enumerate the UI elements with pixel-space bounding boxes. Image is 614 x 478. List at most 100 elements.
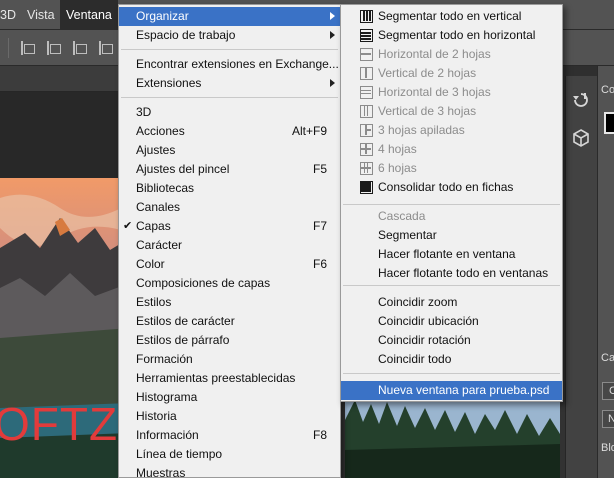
menu-item-label: Coincidir zoom bbox=[378, 295, 458, 309]
menu-item-ajustes[interactable]: Ajustes bbox=[119, 141, 340, 160]
three-up-horizontal-icon bbox=[360, 86, 373, 99]
panel-label-ca: Ca bbox=[601, 352, 614, 364]
menu-item-label: Coincidir todo bbox=[378, 352, 452, 366]
panel-label-blo: Blo bbox=[601, 442, 614, 454]
menu-item-color[interactable]: Color F6 bbox=[119, 255, 340, 274]
align-left-icon[interactable] bbox=[20, 41, 35, 55]
organizar-submenu: Segmentar todo en vertical Segmentar todo… bbox=[340, 4, 563, 402]
menu-3d[interactable]: 3D bbox=[0, 0, 22, 30]
history-icon[interactable] bbox=[571, 90, 591, 110]
menu-item-capas[interactable]: ✔ Capas F7 bbox=[119, 217, 340, 236]
menu-item-3d[interactable]: 3D bbox=[119, 103, 340, 122]
tile-horizontal-icon bbox=[360, 29, 373, 42]
checkmark-icon: ✔ bbox=[123, 220, 133, 232]
ventana-menu: Organizar Espacio de trabajo Encontrar e… bbox=[118, 4, 341, 478]
menu-separator bbox=[343, 373, 560, 374]
menu-item-label: 3 hojas apiladas bbox=[378, 123, 465, 137]
menu-item-espacio-trabajo[interactable]: Espacio de trabajo bbox=[119, 26, 340, 45]
menu-item-estilos-de-parrafo[interactable]: Estilos de párrafo bbox=[119, 331, 340, 350]
photoshop-window: 3D Vista Ventana OFTZ Co Ca C N Blo Orga… bbox=[0, 0, 614, 478]
submenu-item-consolidar-todo-en-fichas[interactable]: Consolidar todo en fichas bbox=[341, 178, 562, 197]
menu-item-linea-de-tiempo[interactable]: Línea de tiempo bbox=[119, 445, 340, 464]
panel-field-n[interactable]: N bbox=[602, 410, 614, 428]
menu-item-label: Horizontal de 2 hojas bbox=[378, 47, 491, 61]
submenu-item-3-hojas-apiladas[interactable]: 3 hojas apiladas bbox=[341, 121, 562, 140]
menu-item-label: Nueva ventana para prueba.psd bbox=[378, 383, 550, 397]
menu-item-label: Carácter bbox=[136, 238, 183, 252]
foreground-color-swatch[interactable] bbox=[604, 112, 614, 134]
submenu-item-coincidir-zoom[interactable]: Coincidir zoom bbox=[341, 293, 562, 312]
menu-item-canales[interactable]: Canales bbox=[119, 198, 340, 217]
submenu-item-nueva-ventana[interactable]: Nueva ventana para prueba.psd bbox=[341, 381, 562, 400]
canvas-area[interactable]: OFTZO bbox=[0, 92, 120, 478]
align-right-icon[interactable] bbox=[72, 41, 87, 55]
submenu-item-coincidir-rotacion[interactable]: Coincidir rotación bbox=[341, 331, 562, 350]
menu-item-muestras[interactable]: Muestras bbox=[119, 464, 340, 478]
menu-item-encontrar-exchange[interactable]: Encontrar extensiones en Exchange... bbox=[119, 55, 340, 74]
menu-item-extensiones[interactable]: Extensiones bbox=[119, 74, 340, 93]
two-up-horizontal-icon bbox=[360, 48, 373, 61]
menu-item-historia[interactable]: Historia bbox=[119, 407, 340, 426]
panel-label-c: C bbox=[609, 385, 614, 397]
two-up-vertical-icon bbox=[360, 67, 373, 80]
submenu-item-segmentar-todo-en-vertical[interactable]: Segmentar todo en vertical bbox=[341, 7, 562, 26]
menu-item-label: Formación bbox=[136, 352, 193, 366]
submenu-item-segmentar-todo-en-horizontal[interactable]: Segmentar todo en horizontal bbox=[341, 26, 562, 45]
menu-separator bbox=[343, 204, 560, 205]
menu-item-herramientas-preestablecidas[interactable]: Herramientas preestablecidas bbox=[119, 369, 340, 388]
menu-item-caracter[interactable]: Carácter bbox=[119, 236, 340, 255]
menu-item-label: Hacer flotante en ventana bbox=[378, 247, 516, 261]
panel-field-c[interactable]: C bbox=[602, 382, 614, 400]
menu-item-histograma[interactable]: Histograma bbox=[119, 388, 340, 407]
four-up-icon bbox=[360, 143, 373, 156]
menu-item-label: Espacio de trabajo bbox=[136, 28, 236, 42]
menu-item-shortcut: F8 bbox=[312, 428, 327, 442]
canvas-forest bbox=[345, 400, 560, 478]
submenu-item-4-hojas[interactable]: 4 hojas bbox=[341, 140, 562, 159]
menu-ventana[interactable]: Ventana bbox=[60, 0, 118, 30]
menu-item-formacion[interactable]: Formación bbox=[119, 350, 340, 369]
submenu-item-cascada[interactable]: Cascada bbox=[341, 207, 562, 226]
submenu-item-hacer-flotante-en-ventana[interactable]: Hacer flotante en ventana bbox=[341, 245, 562, 264]
submenu-item-horizontal-de-2-hojas[interactable]: Horizontal de 2 hojas bbox=[341, 45, 562, 64]
menu-item-label: 3D bbox=[136, 105, 152, 119]
menu-item-label: Acciones bbox=[136, 124, 185, 138]
menu-vista[interactable]: Vista bbox=[21, 0, 61, 30]
document-tab-strip[interactable] bbox=[0, 66, 120, 92]
menu-item-label: Estilos de párrafo bbox=[136, 333, 230, 347]
menu-item-label: 4 hojas bbox=[378, 142, 417, 156]
menu-item-organizar[interactable]: Organizar bbox=[119, 7, 340, 26]
submenu-item-hacer-flotante-todo-en-ventanas[interactable]: Hacer flotante todo en ventanas bbox=[341, 264, 562, 283]
submenu-item-6-hojas[interactable]: 6 hojas bbox=[341, 159, 562, 178]
menu-item-label: Bibliotecas bbox=[136, 181, 195, 195]
menu-item-shortcut: F6 bbox=[312, 257, 327, 271]
menu-item-informacion[interactable]: Información F8 bbox=[119, 426, 340, 445]
submenu-item-segmentar[interactable]: Segmentar bbox=[341, 226, 562, 245]
3d-cube-icon[interactable] bbox=[571, 128, 591, 148]
menu-item-label: Vertical de 3 hojas bbox=[378, 104, 477, 118]
menu-item-label: Organizar bbox=[136, 9, 189, 23]
menu-item-label: Consolidar todo en fichas bbox=[378, 180, 514, 194]
menu-item-shortcut: Alt+F9 bbox=[291, 124, 327, 138]
submenu-item-vertical-de-3-hojas[interactable]: Vertical de 3 hojas bbox=[341, 102, 562, 121]
menu-item-estilos[interactable]: Estilos bbox=[119, 293, 340, 312]
menu-item-bibliotecas[interactable]: Bibliotecas bbox=[119, 179, 340, 198]
menu-item-label: Vertical de 2 hojas bbox=[378, 66, 477, 80]
menu-item-composiciones-de-capas[interactable]: Composiciones de capas bbox=[119, 274, 340, 293]
menu-item-label: Ajustes bbox=[136, 143, 176, 157]
menu-item-label: Ajustes del pincel bbox=[136, 162, 230, 176]
consolidate-tabs-icon bbox=[360, 181, 373, 194]
submenu-item-vertical-de-2-hojas[interactable]: Vertical de 2 hojas bbox=[341, 64, 562, 83]
submenu-item-horizontal-de-3-hojas[interactable]: Horizontal de 3 hojas bbox=[341, 83, 562, 102]
menu-item-ajustes-del-pincel[interactable]: Ajustes del pincel F5 bbox=[119, 160, 340, 179]
menu-item-estilos-de-caracter[interactable]: Estilos de carácter bbox=[119, 312, 340, 331]
watermark-text: OFTZO bbox=[0, 398, 120, 450]
menu-item-acciones[interactable]: Acciones Alt+F9 bbox=[119, 122, 340, 141]
menu-item-label: Histograma bbox=[136, 390, 198, 404]
submenu-item-coincidir-todo[interactable]: Coincidir todo bbox=[341, 350, 562, 369]
submenu-item-coincidir-ubicacion[interactable]: Coincidir ubicación bbox=[341, 312, 562, 331]
menu-item-label: Coincidir rotación bbox=[378, 333, 471, 347]
align-top-icon[interactable] bbox=[98, 41, 113, 55]
align-center-icon[interactable] bbox=[46, 41, 61, 55]
submenu-arrow-icon bbox=[330, 12, 335, 20]
